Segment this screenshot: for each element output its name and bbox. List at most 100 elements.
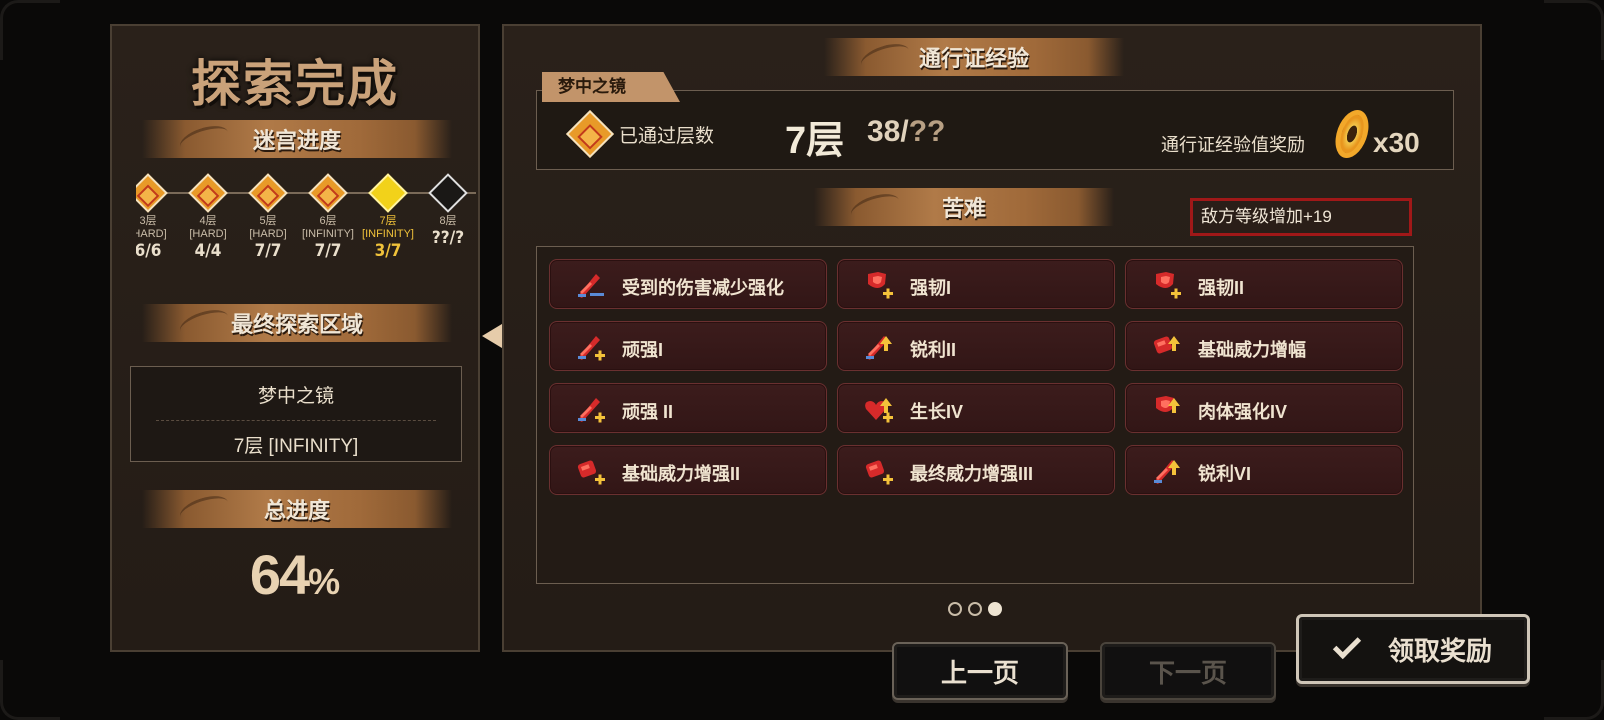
buff-label: 受到的伤害减少强化 [622, 278, 784, 298]
page-dot[interactable] [988, 602, 1002, 616]
buff-label: 强韧I [910, 278, 952, 298]
pass-exp-box: 已通过层数 7层 38/?? 通行证经验值奖励 x30 [536, 90, 1454, 170]
floor-difficulty: [HARD] [189, 228, 227, 240]
area-tab: 梦中之镜 [542, 72, 680, 102]
next-page-button[interactable]: 下一页 [1100, 642, 1276, 700]
floor-node[interactable]: 4层 [HARD] 4/4 [178, 168, 238, 261]
floor-name: 5层 [259, 215, 277, 227]
frame-corner [1544, 660, 1604, 720]
claim-reward-label: 领取奖励 [1387, 635, 1492, 666]
floor-progress: ??/? [431, 228, 465, 248]
buff-card[interactable]: 强韧II [1125, 259, 1403, 309]
floor-name: 4层 [199, 215, 217, 227]
percent-sign: % [308, 561, 341, 602]
fist-plus-icon [576, 456, 606, 486]
shield-heart-icon [864, 270, 894, 300]
buff-label: 生长IV [910, 402, 964, 422]
page-title: 探索完成 [191, 55, 399, 113]
maze-progress-label: 迷宫进度 [252, 128, 341, 153]
buff-card[interactable]: 强韧I [837, 259, 1115, 309]
total-progress-number: 64 [249, 543, 310, 606]
floor-progress: 4/4 [194, 241, 222, 261]
floor-difficulty: [HARD] [136, 228, 167, 240]
floor-node[interactable]: 8层 ??/? [418, 168, 476, 248]
checkmark-icon [1332, 630, 1362, 660]
divider [156, 420, 436, 421]
buff-card[interactable]: 受到的伤害减少强化 [549, 259, 827, 309]
hardship-header: 苦难 [814, 188, 1114, 226]
floor-difficulty: [INFINITY] [302, 228, 354, 240]
buff-label: 最终威力增强III [910, 464, 1034, 484]
floor-progress: 7/7 [254, 241, 282, 261]
floor-name: 7层 [379, 215, 397, 227]
buff-label: 锐利II [910, 340, 957, 360]
prev-page-button[interactable]: 上一页 [892, 642, 1068, 700]
buff-label: 基础威力增幅 [1198, 340, 1306, 360]
pass-exp-label: 通行证经验 [918, 46, 1029, 71]
frame-corner [0, 0, 60, 60]
buff-card[interactable]: 生长IV [837, 383, 1115, 433]
buff-card[interactable]: 顽强I [549, 321, 827, 371]
floor-node[interactable]: 3层[HARD]6/6 [136, 168, 178, 261]
frame-corner [0, 660, 60, 720]
page-indicator [948, 602, 1002, 616]
sword-up-icon [1152, 456, 1182, 486]
floor-progress: 7/7 [314, 241, 342, 261]
floor-node[interactable]: 6层 [INFINITY] 7/7 [298, 168, 358, 261]
hardship-label: 苦难 [941, 196, 986, 221]
pass-reward-label: 通行证经验值奖励 [1161, 135, 1305, 155]
floor-difficulty: [HARD] [249, 228, 287, 240]
passed-floors-label: 已通过层数 [619, 126, 715, 147]
hardship-buff-grid: 受到的伤害减少强化 强韧I 强韧II 顽强I 锐利II 基础威力增幅顽强 II 生长IV 肉体… [536, 246, 1414, 584]
passed-count-unknown: ?? [908, 115, 946, 148]
buff-card[interactable]: 锐利II [837, 321, 1115, 371]
passed-count-known: 38/ [867, 115, 909, 148]
final-area-name: 梦中之镜 [257, 386, 334, 407]
floor-difficulty: [INFINITY] [362, 228, 414, 240]
total-progress-value: 64% [112, 542, 478, 607]
exploration-summary-panel: 探索完成 迷宫进度 3层[HARD]6/64层[HARD]4/45层[HARD]… [110, 24, 480, 652]
shield-heart-icon [1152, 270, 1182, 300]
buff-card[interactable]: 顽强 II [549, 383, 827, 433]
enemy-level-badge: 敌方等级增加+19 [1190, 198, 1412, 236]
floor-node[interactable]: 7层 [INFINITY] 3/7 [358, 168, 418, 261]
buff-label: 锐利VI [1198, 464, 1252, 484]
sword-up-icon [864, 332, 894, 362]
buff-label: 基础威力增强II [622, 464, 741, 484]
buff-card[interactable]: 肉体强化IV [1125, 383, 1403, 433]
buff-label: 肉体强化IV [1198, 402, 1288, 422]
rewards-panel: 通行证经验 已通过层数 7层 38/?? 通行证经验值奖励 x30 梦中之镜 苦… [502, 24, 1482, 652]
floor-progress: 3/7 [374, 241, 402, 261]
floor-diamond-icon [248, 173, 288, 213]
buff-card[interactable]: 锐利VI [1125, 445, 1403, 495]
shield-up-icon [1152, 394, 1182, 424]
fist-up-icon [1152, 332, 1182, 362]
heart-plus-icon [864, 394, 894, 424]
final-area-label: 最终探索区域 [230, 312, 363, 337]
sword-plus-icon [576, 332, 606, 362]
maze-floor-track: 3层[HARD]6/64层[HARD]4/45层[HARD]7/76层[INFI… [136, 168, 476, 278]
floor-name: 3层 [139, 215, 157, 227]
maze-progress-header: 迷宫进度 [142, 120, 452, 158]
floor-diamond-icon [188, 173, 228, 213]
buff-card[interactable]: 最终威力增强III [837, 445, 1115, 495]
final-area-box: 梦中之镜 7层 [INFINITY] [130, 366, 462, 462]
pass-exp-token-icon [1329, 105, 1375, 163]
floor-name: 8层 [439, 215, 457, 227]
total-progress-header: 总进度 [142, 490, 452, 528]
page-dot[interactable] [968, 602, 982, 616]
floor-emblem-icon [565, 109, 615, 159]
final-area-floor: 7层 [INFINITY] [233, 436, 359, 457]
buff-label: 顽强I [622, 340, 664, 360]
frame-corner [1544, 0, 1604, 60]
page-dot[interactable] [948, 602, 962, 616]
buff-card[interactable]: 基础威力增幅 [1125, 321, 1403, 371]
sword-plus-icon [576, 394, 606, 424]
buff-card[interactable]: 基础威力增强II [549, 445, 827, 495]
final-area-header: 最终探索区域 [142, 304, 452, 342]
floor-node[interactable]: 5层 [HARD] 7/7 [238, 168, 298, 261]
total-progress-label: 总进度 [263, 498, 330, 523]
pass-reward-quantity: x30 [1373, 127, 1420, 158]
claim-reward-button[interactable]: 领取奖励 [1296, 614, 1530, 684]
floor-diamond-icon [368, 173, 408, 213]
